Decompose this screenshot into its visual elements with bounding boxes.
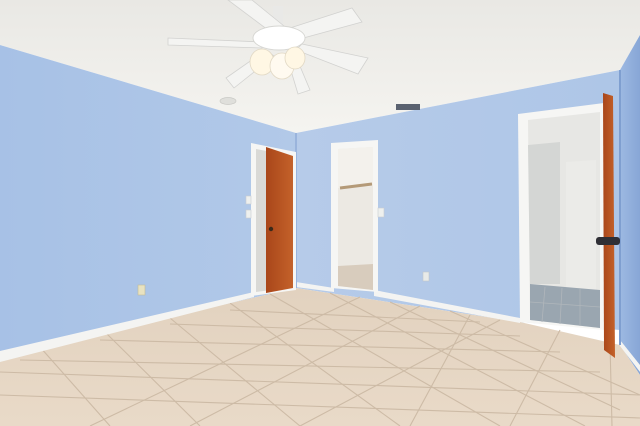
room-illustration <box>0 0 640 426</box>
outlet-icon <box>137 284 146 296</box>
smoke-detector-icon <box>219 97 237 105</box>
outlet-icon <box>422 271 430 282</box>
closet-doorway <box>331 140 378 292</box>
light-switch-icon <box>245 209 252 219</box>
left-door <box>251 143 296 296</box>
light-switch-icon <box>245 195 252 205</box>
door-handle-icon <box>596 237 620 245</box>
light-switch-icon <box>377 207 385 218</box>
door-knob-icon <box>268 226 274 232</box>
bathroom-doorway <box>518 103 604 330</box>
right-wall <box>620 35 640 375</box>
bedroom-photo <box>0 0 640 426</box>
air-vent-icon <box>396 104 420 110</box>
